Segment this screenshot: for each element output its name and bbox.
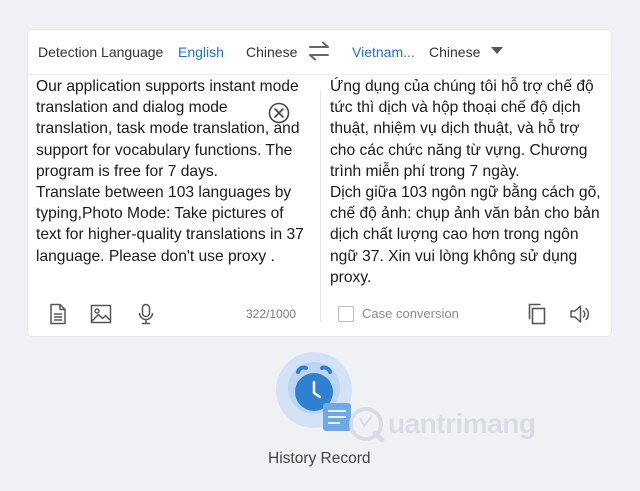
document-icon[interactable] — [46, 302, 70, 326]
image-icon[interactable] — [89, 302, 113, 326]
source-lang-chinese[interactable]: Chinese — [246, 44, 297, 60]
speaker-icon[interactable] — [568, 302, 592, 326]
target-lang-vietnamese[interactable]: Vietnam... — [352, 44, 415, 60]
detection-language-option[interactable]: Detection Language — [38, 44, 163, 60]
source-lang-english[interactable]: English — [178, 44, 224, 60]
history-record-label[interactable]: History Record — [268, 450, 371, 468]
language-bar: Detection Language English Chinese Vietn… — [28, 30, 611, 75]
target-lang-chinese[interactable]: Chinese — [429, 44, 480, 60]
copy-icon[interactable] — [525, 302, 549, 326]
close-circle-icon[interactable] — [268, 102, 290, 124]
translated-text: Ứng dụng của chúng tôi hỗ trợ chế độ tức… — [330, 78, 601, 286]
watermark-text: uantrimang — [388, 408, 536, 439]
watermark: uantrimang — [346, 402, 536, 446]
microphone-icon[interactable] — [134, 302, 158, 326]
caret-down-icon[interactable] — [491, 47, 503, 54]
watermark-logo-icon — [349, 407, 385, 443]
case-conversion-checkbox[interactable] — [338, 306, 354, 322]
case-conversion-label[interactable]: Case conversion — [362, 306, 459, 322]
character-counter: 322/1000 — [246, 307, 297, 321]
translation-panel: Detection Language English Chinese Vietn… — [28, 30, 611, 336]
panel-divider — [320, 90, 321, 322]
swap-icon[interactable] — [306, 40, 332, 62]
